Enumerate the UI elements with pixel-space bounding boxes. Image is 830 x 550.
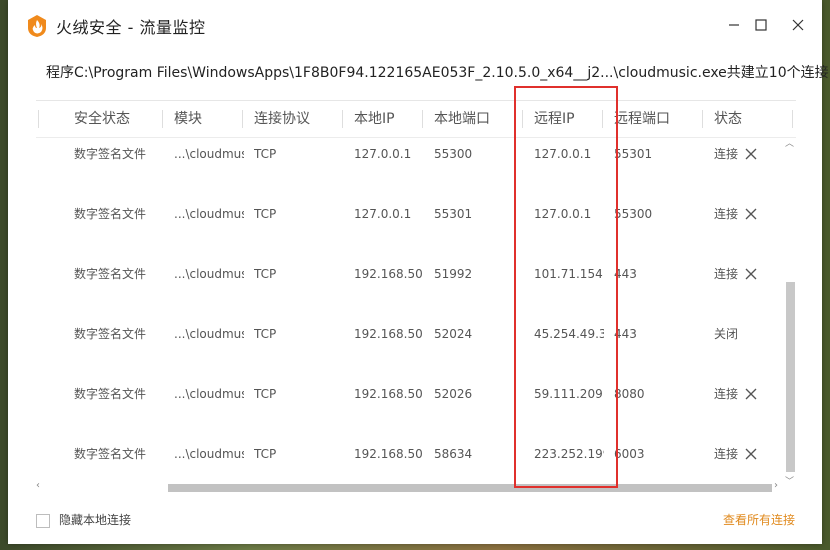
column-separator xyxy=(602,110,603,128)
cell-local-ip: 127.0.0.1 xyxy=(354,207,412,221)
column-separator xyxy=(522,110,523,128)
cell-module: ...\cloudmus xyxy=(174,147,244,161)
cell-status: 连接 xyxy=(714,147,739,161)
scroll-right-icon[interactable]: › xyxy=(774,480,778,491)
cell-remote-ip: 59.111.209.1 xyxy=(534,387,604,401)
cell-remote-port: 55300 xyxy=(614,207,653,221)
cell-local-port: 51992 xyxy=(434,267,473,281)
minimize-button[interactable] xyxy=(721,12,747,38)
column-header-security[interactable]: 安全状态 xyxy=(64,101,164,137)
cell-local-ip: 192.168.50.7 xyxy=(354,327,424,341)
title-bar[interactable]: 火绒安全 - 流量监控 xyxy=(8,0,822,50)
cell-local-port: 55300 xyxy=(434,147,473,161)
column-separator xyxy=(342,110,343,128)
column-header-remote-ip[interactable]: 远程IP xyxy=(524,101,604,137)
table-row[interactable]: 数字签名文件 ...\cloudmus TCP 192.168.50.7 52026 59… xyxy=(36,376,796,436)
cell-remote-port: 8080 xyxy=(614,387,645,401)
cell-security: 数字签名文件 xyxy=(74,447,147,461)
cell-remote-port: 443 xyxy=(614,327,637,341)
cell-local-ip: 127.0.0.1 xyxy=(354,147,412,161)
cell-protocol: TCP xyxy=(254,387,277,401)
cell-remote-port: 55301 xyxy=(614,147,653,161)
cell-security: 数字签名文件 xyxy=(74,267,147,281)
cell-status: 连接 xyxy=(714,387,739,401)
vertical-scroll-thumb[interactable] xyxy=(786,282,795,472)
cell-remote-ip: 223.252.199 xyxy=(534,447,604,461)
column-separator xyxy=(38,110,39,128)
cell-local-port: 58634 xyxy=(434,447,473,461)
column-header-status[interactable]: 状态 xyxy=(704,101,784,137)
maximize-button[interactable] xyxy=(748,12,774,38)
cell-protocol: TCP xyxy=(254,447,277,461)
huorong-logo-icon xyxy=(28,15,46,37)
column-header-local-port[interactable]: 本地端口 xyxy=(424,101,524,137)
close-connection-icon[interactable] xyxy=(744,267,758,281)
maximize-icon xyxy=(755,19,767,31)
cell-module: ...\cloudmus xyxy=(174,447,244,461)
program-path-text: 程序C:\Program Files\WindowsApps\1F8B0F94.… xyxy=(46,65,829,81)
column-separator xyxy=(702,110,703,128)
scroll-down-icon[interactable]: ﹀ xyxy=(785,474,794,487)
cell-local-ip: 192.168.50.7 xyxy=(354,447,424,461)
cell-protocol: TCP xyxy=(254,207,277,221)
window-title: 火绒安全 - 流量监控 xyxy=(56,18,206,37)
cell-security: 数字签名文件 xyxy=(74,147,147,161)
cell-remote-ip: 45.254.49.32 xyxy=(534,327,604,341)
traffic-monitor-window: 火绒安全 - 流量监控 程序C:\Program Files\WindowsAp… xyxy=(8,0,829,544)
cell-local-ip: 192.168.50.7 xyxy=(354,387,424,401)
cell-module: ...\cloudmus xyxy=(174,207,244,221)
horizontal-scroll-thumb[interactable] xyxy=(168,484,772,492)
cell-protocol: TCP xyxy=(254,327,277,341)
connections-table: 安全状态 模块 连接协议 本地IP 本地端口 远程IP 远程端口 状态 数字签名… xyxy=(36,100,796,496)
cell-module: ...\cloudmus xyxy=(174,327,244,341)
scroll-up-icon[interactable]: ︿ xyxy=(785,136,794,149)
cell-module: ...\cloudmus xyxy=(174,387,244,401)
cell-status: 连接 xyxy=(714,447,739,461)
cell-module: ...\cloudmus xyxy=(174,267,244,281)
column-header-module[interactable]: 模块 xyxy=(164,101,244,137)
cell-security: 数字签名文件 xyxy=(74,387,147,401)
minimize-icon xyxy=(729,24,739,26)
close-connection-icon[interactable] xyxy=(744,207,758,221)
close-connection-icon[interactable] xyxy=(744,147,758,161)
close-button[interactable] xyxy=(785,12,811,38)
hide-local-checkbox[interactable] xyxy=(36,514,50,528)
cell-remote-port: 6003 xyxy=(614,447,645,461)
column-separator xyxy=(242,110,243,128)
scroll-left-icon[interactable]: ‹ xyxy=(36,480,40,491)
table-row[interactable]: 数字签名文件 ...\cloudmus TCP 192.168.50.7 51992 10… xyxy=(36,256,796,316)
table-row[interactable]: 数字签名文件 ...\cloudmus TCP 127.0.0.1 55300 127.0… xyxy=(36,136,796,196)
cell-local-port: 55301 xyxy=(434,207,473,221)
cell-protocol: TCP xyxy=(254,147,277,161)
cell-security: 数字签名文件 xyxy=(74,327,147,341)
column-separator xyxy=(792,110,793,128)
table-row[interactable]: 数字签名文件 ...\cloudmus TCP 127.0.0.1 55301 127.0… xyxy=(36,196,796,256)
cell-remote-ip: 127.0.0.1 xyxy=(534,147,592,161)
cell-local-ip: 192.168.50.7 xyxy=(354,267,424,281)
table-header: 安全状态 模块 连接协议 本地IP 本地端口 远程IP 远程端口 状态 xyxy=(36,100,796,138)
close-icon xyxy=(792,19,804,31)
cell-remote-ip: 127.0.0.1 xyxy=(534,207,592,221)
cell-protocol: TCP xyxy=(254,267,277,281)
column-header-protocol[interactable]: 连接协议 xyxy=(244,101,344,137)
horizontal-scrollbar[interactable]: ‹ › xyxy=(36,480,784,494)
cell-status: 关闭 xyxy=(714,327,739,341)
close-connection-icon[interactable] xyxy=(744,447,758,461)
column-separator xyxy=(162,110,163,128)
cell-status: 连接 xyxy=(714,207,739,221)
vertical-scrollbar[interactable]: ︿ ﹀ xyxy=(784,136,796,487)
cell-remote-port: 443 xyxy=(614,267,637,281)
column-header-remote-port[interactable]: 远程端口 xyxy=(604,101,704,137)
cell-local-port: 52026 xyxy=(434,387,473,401)
close-connection-icon[interactable] xyxy=(744,387,758,401)
view-all-connections-link[interactable]: 查看所有连接 xyxy=(723,511,795,528)
column-header-local-ip[interactable]: 本地IP xyxy=(344,101,424,137)
column-separator xyxy=(422,110,423,128)
cell-local-port: 52024 xyxy=(434,327,473,341)
table-row[interactable]: 数字签名文件 ...\cloudmus TCP 192.168.50.7 52024 45… xyxy=(36,316,796,376)
cell-security: 数字签名文件 xyxy=(74,207,147,221)
hide-local-label[interactable]: 隐藏本地连接 xyxy=(59,511,131,528)
cell-status: 连接 xyxy=(714,267,739,281)
cell-remote-ip: 101.71.154.2 xyxy=(534,267,604,281)
